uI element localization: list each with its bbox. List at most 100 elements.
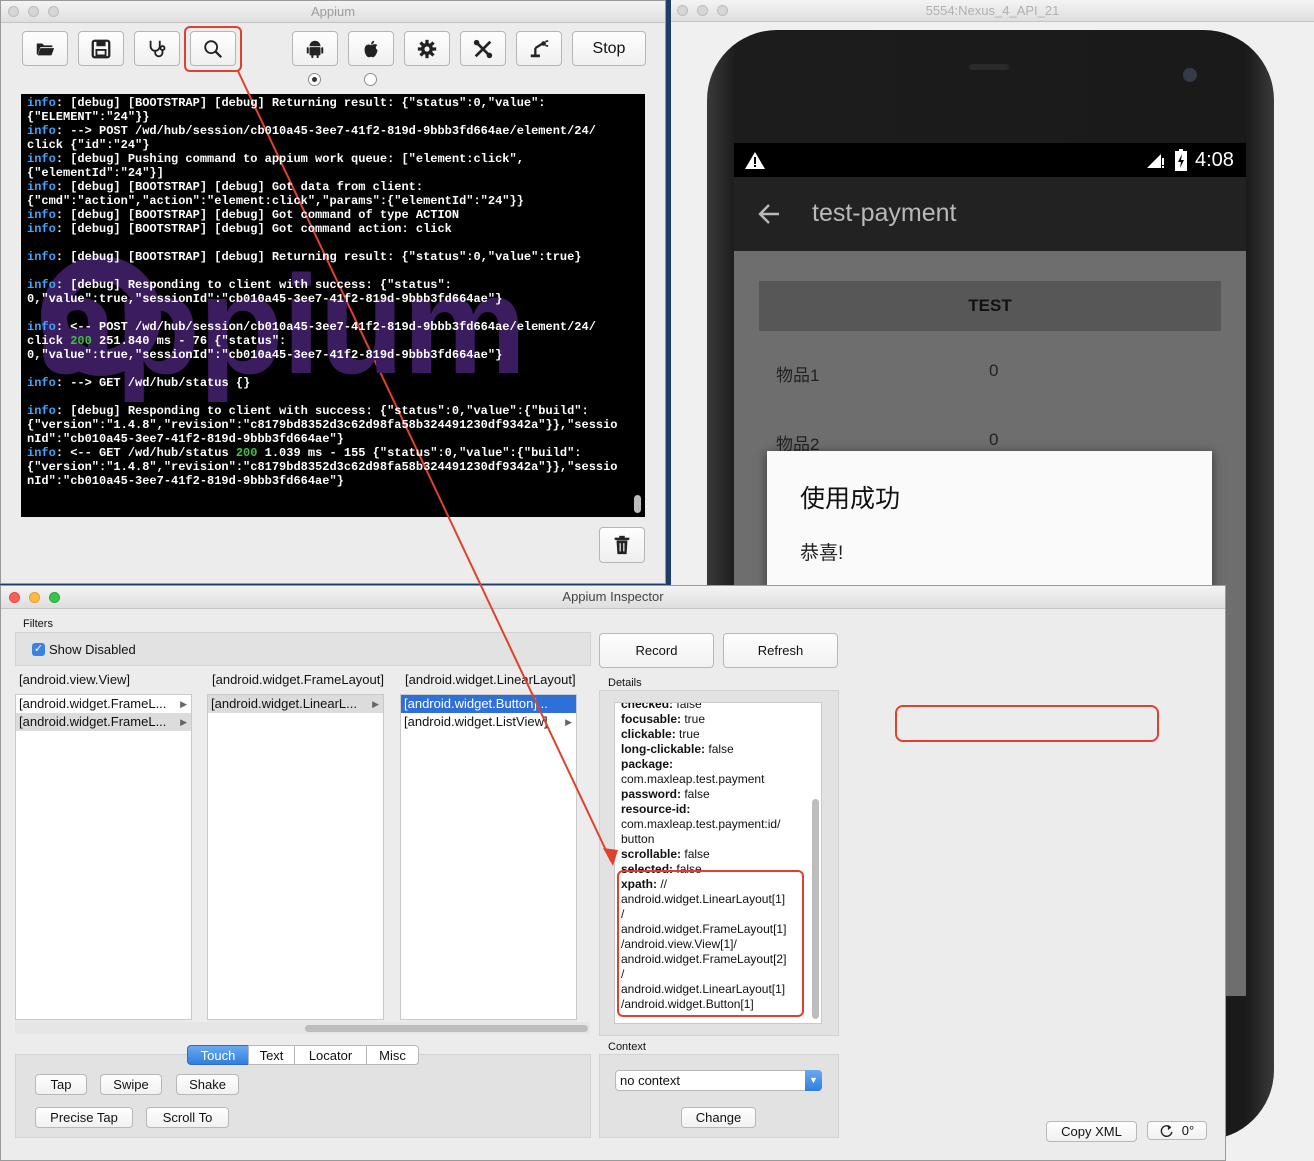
details-label: Details (608, 677, 642, 689)
tree-column-2[interactable]: [android.widget.LinearL... ▶ (207, 694, 384, 1020)
ios-radio[interactable] (364, 73, 377, 86)
change-button[interactable]: Change (681, 1107, 756, 1128)
wrench-icon (473, 39, 493, 58)
precise-tap-button[interactable]: Precise Tap (35, 1107, 133, 1128)
inspector-minimize-button[interactable] (29, 592, 40, 603)
column-1-header: [android.view.View] (19, 672, 131, 687)
clear-log-button[interactable] (599, 527, 645, 563)
detail-key: focusable: (621, 712, 682, 726)
tree-item[interactable]: [android.widget.FrameL... ▶ (16, 695, 191, 713)
rotate-icon (1160, 1124, 1173, 1137)
item-1-value: 0 (989, 361, 999, 380)
android-icon (306, 40, 324, 58)
record-button[interactable]: Record (599, 633, 714, 668)
log-level: info (27, 222, 56, 236)
tree-item-selected[interactable]: [android.widget.Button]... (401, 695, 576, 713)
filters-panel: ✓ Show Disabled (15, 632, 591, 666)
log-level: info (27, 376, 56, 390)
detail-value: true (681, 712, 706, 726)
android-button[interactable] (292, 31, 338, 66)
test-button[interactable]: TEST (759, 281, 1221, 331)
tap-button[interactable]: Tap (35, 1074, 87, 1095)
detail-value: false (681, 847, 710, 861)
copy-xml-button[interactable]: Copy XML (1046, 1121, 1137, 1142)
detail-key: package: (621, 757, 674, 771)
swipe-button[interactable]: Swipe (100, 1074, 162, 1095)
selected-element-overlay (895, 705, 1159, 742)
appium-window-title: Appium (310, 4, 356, 19)
detail-key: resource-id: (621, 802, 691, 816)
inspector-window: Appium Inspector Filters ✓ Show Disabled… (0, 585, 1226, 1161)
emulator-minimize-button[interactable] (697, 5, 708, 16)
inspector-title: Appium Inspector (562, 589, 664, 604)
back-arrow-icon[interactable] (758, 203, 780, 225)
detail-key: clickable: (621, 727, 676, 741)
tab-locator[interactable]: Locator (294, 1045, 367, 1065)
emulator-zoom-button[interactable] (717, 5, 728, 16)
doctor-button[interactable] (134, 31, 180, 66)
tab-misc[interactable]: Misc (366, 1045, 419, 1065)
app-toolbar: test-payment (734, 177, 1246, 251)
open-button[interactable] (22, 31, 68, 66)
inspector-close-button[interactable] (9, 592, 20, 603)
dialog-title: 使用成功 (800, 485, 901, 513)
gear-icon (417, 39, 437, 58)
inspector-button-highlight (184, 26, 242, 72)
robot-button[interactable] (516, 31, 562, 66)
show-disabled-label: Show Disabled (49, 642, 136, 657)
log-level: info (27, 208, 56, 222)
save-button[interactable] (78, 31, 124, 66)
tree-item[interactable]: [android.widget.FrameL... ▶ (16, 713, 191, 731)
emulator-title: 5554:Nexus_4_API_21 (925, 3, 1060, 18)
tree-column-1[interactable]: [android.widget.FrameL... ▶ [android.widg… (15, 694, 192, 1020)
tree-item[interactable]: [android.widget.ListView] ▶ (401, 713, 576, 731)
detail-value: false (673, 702, 702, 711)
emulator-close-button[interactable] (677, 5, 688, 16)
tree-item[interactable]: [android.widget.LinearL... ▶ (208, 695, 383, 713)
stop-button[interactable]: Stop (572, 31, 646, 66)
tree-horizontal-scrollbar[interactable] (305, 1025, 588, 1032)
tab-touch[interactable]: Touch (187, 1045, 249, 1065)
log-console[interactable]: appium info: [debug] [BOOTSTRAP] [debug]… (21, 94, 645, 517)
android-radio[interactable] (308, 73, 321, 86)
inspector-titlebar: Appium Inspector (1, 586, 1225, 609)
column-2-header: [android.widget.FrameLayout] (212, 672, 384, 687)
inspector-zoom-button[interactable] (49, 592, 60, 603)
log-level: info (27, 180, 56, 194)
detail-key: checked: (621, 702, 674, 711)
settings-button[interactable] (404, 31, 450, 66)
console-scrollbar[interactable] (634, 495, 641, 513)
minimize-window-button[interactable] (28, 6, 39, 17)
apple-button[interactable] (348, 31, 394, 66)
detail-line: package: (615, 757, 821, 772)
context-select[interactable]: no context ▼ (615, 1070, 822, 1091)
refresh-button[interactable]: Refresh (723, 633, 838, 668)
appium-window: Appium Stop appium info: [debug] [BOOTST… (0, 0, 666, 584)
detail-value: true (675, 727, 700, 741)
tree-column-3[interactable]: [android.widget.Button]... [android.widg… (400, 694, 577, 1020)
developer-settings-button[interactable] (460, 31, 506, 66)
zoom-window-button[interactable] (48, 6, 59, 17)
log-level: info (27, 320, 56, 334)
phone-speaker (969, 64, 1009, 70)
detail-value: com.maxleap.test.payment (621, 772, 765, 786)
log-level: info (27, 446, 56, 460)
status-time: 4:08 (1195, 149, 1234, 171)
context-select-value: no context (620, 1073, 680, 1088)
item-2-value: 0 (989, 430, 999, 449)
log-level: info (27, 152, 56, 166)
rotate-button[interactable]: 0° (1147, 1121, 1207, 1140)
detail-line: focusable: true (615, 712, 821, 727)
details-scrollbar[interactable] (812, 799, 819, 1019)
scroll-to-button[interactable]: Scroll To (146, 1107, 229, 1128)
close-window-button[interactable] (8, 6, 19, 17)
show-disabled-checkbox[interactable]: ✓ (32, 643, 45, 656)
rotation-value: 0° (1181, 1123, 1195, 1138)
chevron-down-icon[interactable]: ▼ (805, 1070, 822, 1091)
shake-button[interactable]: Shake (176, 1074, 239, 1095)
dialog-message: 恭喜! (800, 543, 844, 564)
apple-icon (364, 40, 378, 57)
tab-text[interactable]: Text (248, 1045, 295, 1065)
filters-label: Filters (23, 618, 53, 630)
detail-line: scrollable: false (615, 847, 821, 862)
